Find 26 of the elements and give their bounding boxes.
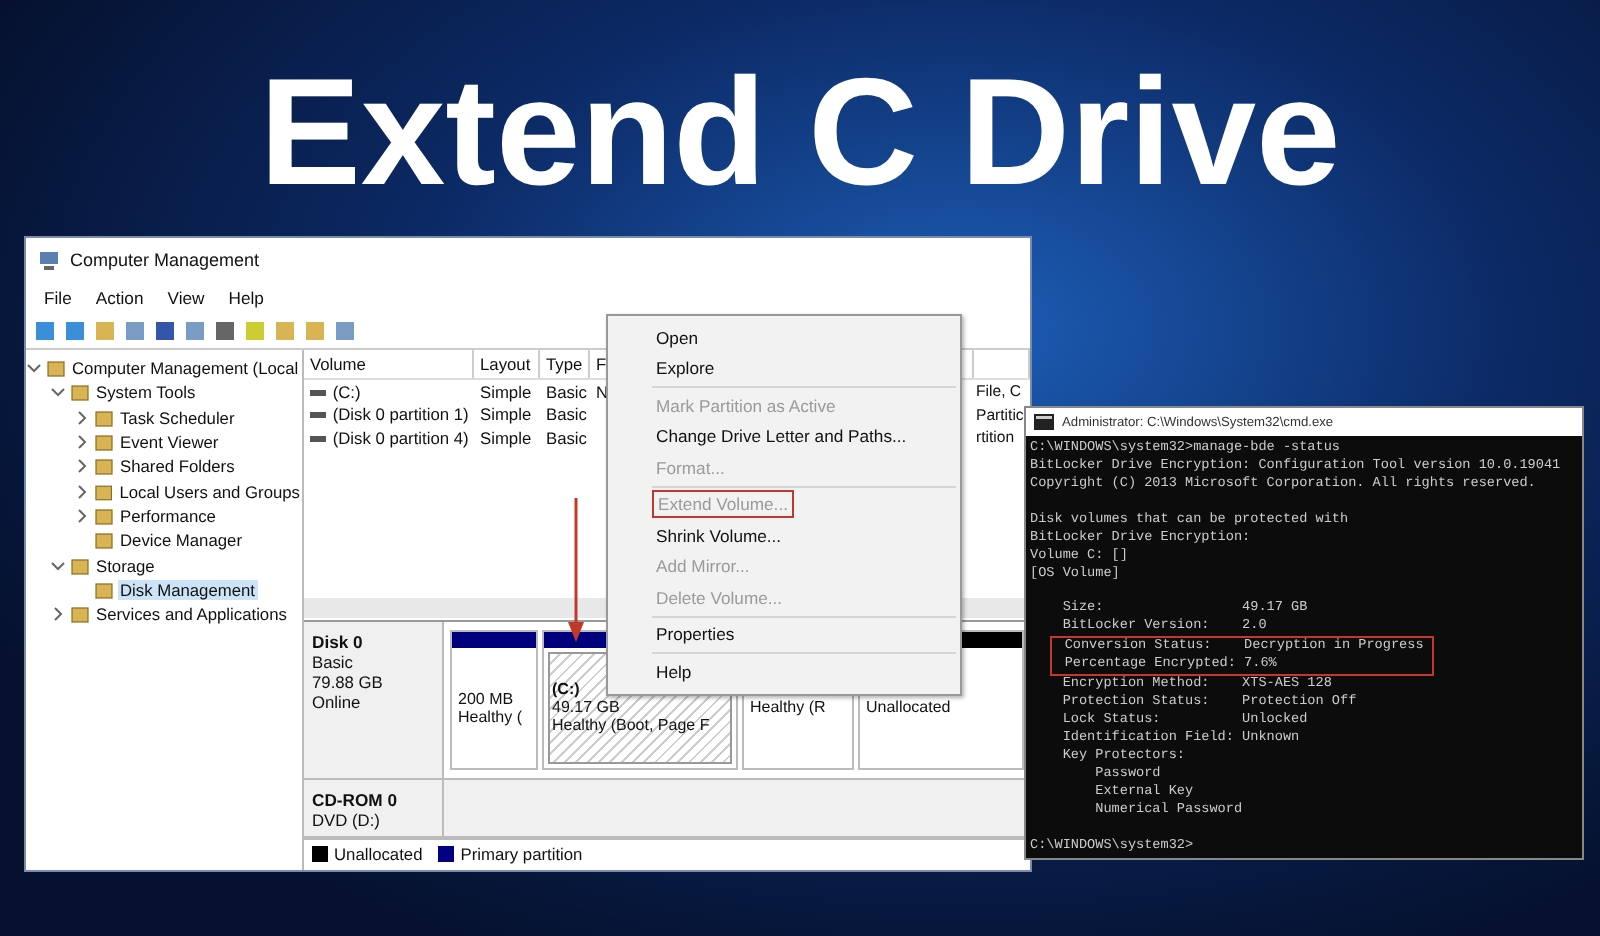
table-cell: Basic bbox=[546, 404, 587, 425]
disk-info: 79.88 GB bbox=[312, 672, 385, 692]
partition-label: 200 MB bbox=[458, 689, 516, 708]
partition-label: Healthy ( bbox=[458, 707, 525, 726]
disk-info: Online bbox=[312, 692, 363, 712]
disk-info: DVD (D:) bbox=[312, 809, 382, 830]
table-cell: Simple bbox=[480, 381, 532, 402]
partition-label: Unallocated bbox=[866, 698, 953, 717]
table-cell: (Disk 0 partition 4) bbox=[332, 427, 469, 448]
partition-label: Healthy (Boot, Page F bbox=[552, 716, 712, 735]
disk-name: CD-ROM 0 bbox=[312, 789, 399, 810]
legend-label: Primary partition bbox=[460, 844, 583, 865]
disk-name: Disk 0 bbox=[312, 632, 365, 652]
headline: Extend C Drive bbox=[257, 46, 1343, 222]
table-cell: Basic bbox=[546, 381, 587, 402]
partition-label: (C:) bbox=[552, 680, 580, 699]
table-cell: Simple bbox=[480, 404, 532, 425]
table-cell: (Disk 0 partition 1) bbox=[332, 404, 469, 425]
table-cell: Simple bbox=[480, 427, 532, 448]
disk-info: Basic bbox=[312, 652, 355, 672]
partition-label: 49.17 GB bbox=[552, 698, 622, 717]
table-cell: Basic bbox=[546, 427, 587, 448]
legend-label: Unallocated bbox=[334, 844, 423, 865]
window-title: Computer Management bbox=[70, 250, 260, 270]
table-cell: (C:) bbox=[332, 381, 361, 402]
partition-label: Healthy (R bbox=[750, 698, 828, 717]
